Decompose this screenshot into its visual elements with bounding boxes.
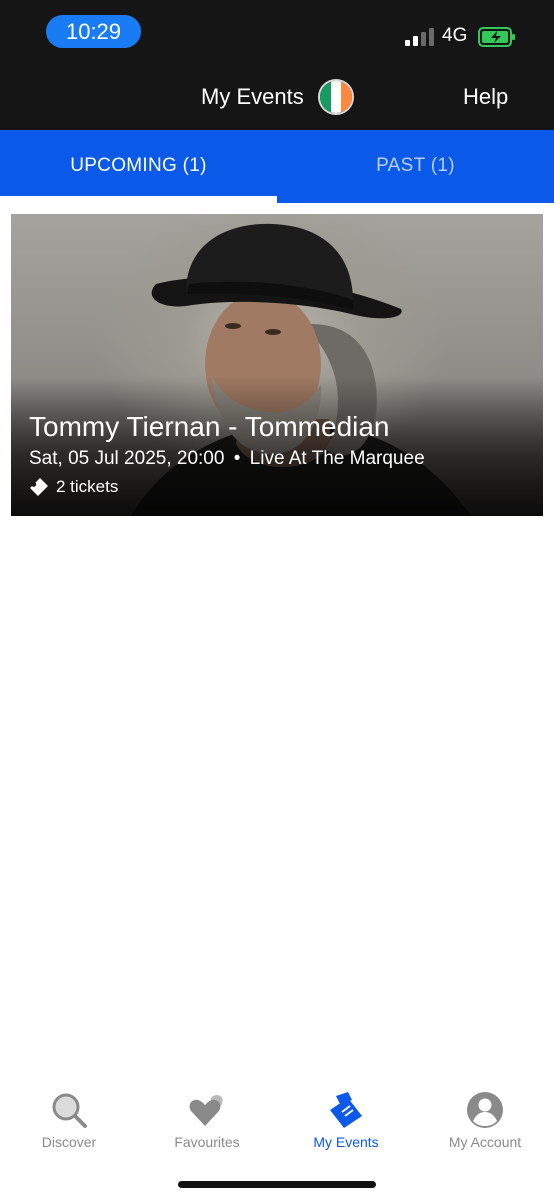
tickets-icon	[330, 1092, 362, 1128]
event-meta-separator: •	[233, 448, 241, 469]
active-tab-indicator	[0, 196, 277, 203]
nav-discover[interactable]: Discover	[9, 1090, 129, 1150]
event-card[interactable]: Tommy Tiernan - Tommedian Sat, 05 Jul 20…	[11, 214, 543, 516]
tab-upcoming[interactable]: UPCOMING (1)	[0, 130, 277, 203]
events-tabs: UPCOMING (1) PAST (1)	[0, 130, 554, 203]
nav-my-account-label: My Account	[448, 1134, 522, 1150]
status-bar: 10:29 4G	[0, 0, 554, 64]
nav-favourites[interactable]: Favourites	[147, 1090, 267, 1150]
event-ticket-count: 2 tickets	[56, 477, 119, 496]
hearts-icon	[189, 1095, 223, 1126]
battery-charging-icon	[478, 27, 515, 47]
nav-discover-label: Discover	[41, 1134, 97, 1150]
signal-strength-icon	[405, 28, 435, 46]
event-datetime: Sat, 05 Jul 2025, 20:00	[29, 448, 225, 469]
help-link[interactable]: Help	[463, 84, 508, 110]
tab-past[interactable]: PAST (1)	[277, 130, 554, 203]
nav-my-account[interactable]: My Account	[425, 1090, 545, 1150]
magnifier-icon	[52, 1093, 87, 1128]
nav-my-events[interactable]: My Events	[286, 1090, 406, 1150]
network-type: 4G	[442, 25, 468, 46]
status-time: 10:29	[46, 15, 141, 48]
event-tickets: 2 tickets	[29, 477, 118, 497]
user-icon	[467, 1092, 503, 1128]
nav-my-events-label: My Events	[313, 1134, 379, 1150]
app-header: My Events Help	[0, 64, 554, 130]
event-venue: Live At The Marquee	[249, 448, 425, 469]
bottom-nav: Discover Favourites My Events My Account	[0, 1080, 554, 1160]
ticket-icon	[30, 478, 48, 496]
home-indicator	[178, 1181, 376, 1188]
event-meta: Sat, 05 Jul 2025, 20:00 • Live At The Ma…	[29, 448, 425, 470]
page-title: My Events	[201, 84, 304, 109]
nav-favourites-label: Favourites	[174, 1134, 240, 1150]
ireland-flag-icon[interactable]	[318, 79, 354, 115]
event-title: Tommy Tiernan - Tommedian	[29, 411, 390, 442]
